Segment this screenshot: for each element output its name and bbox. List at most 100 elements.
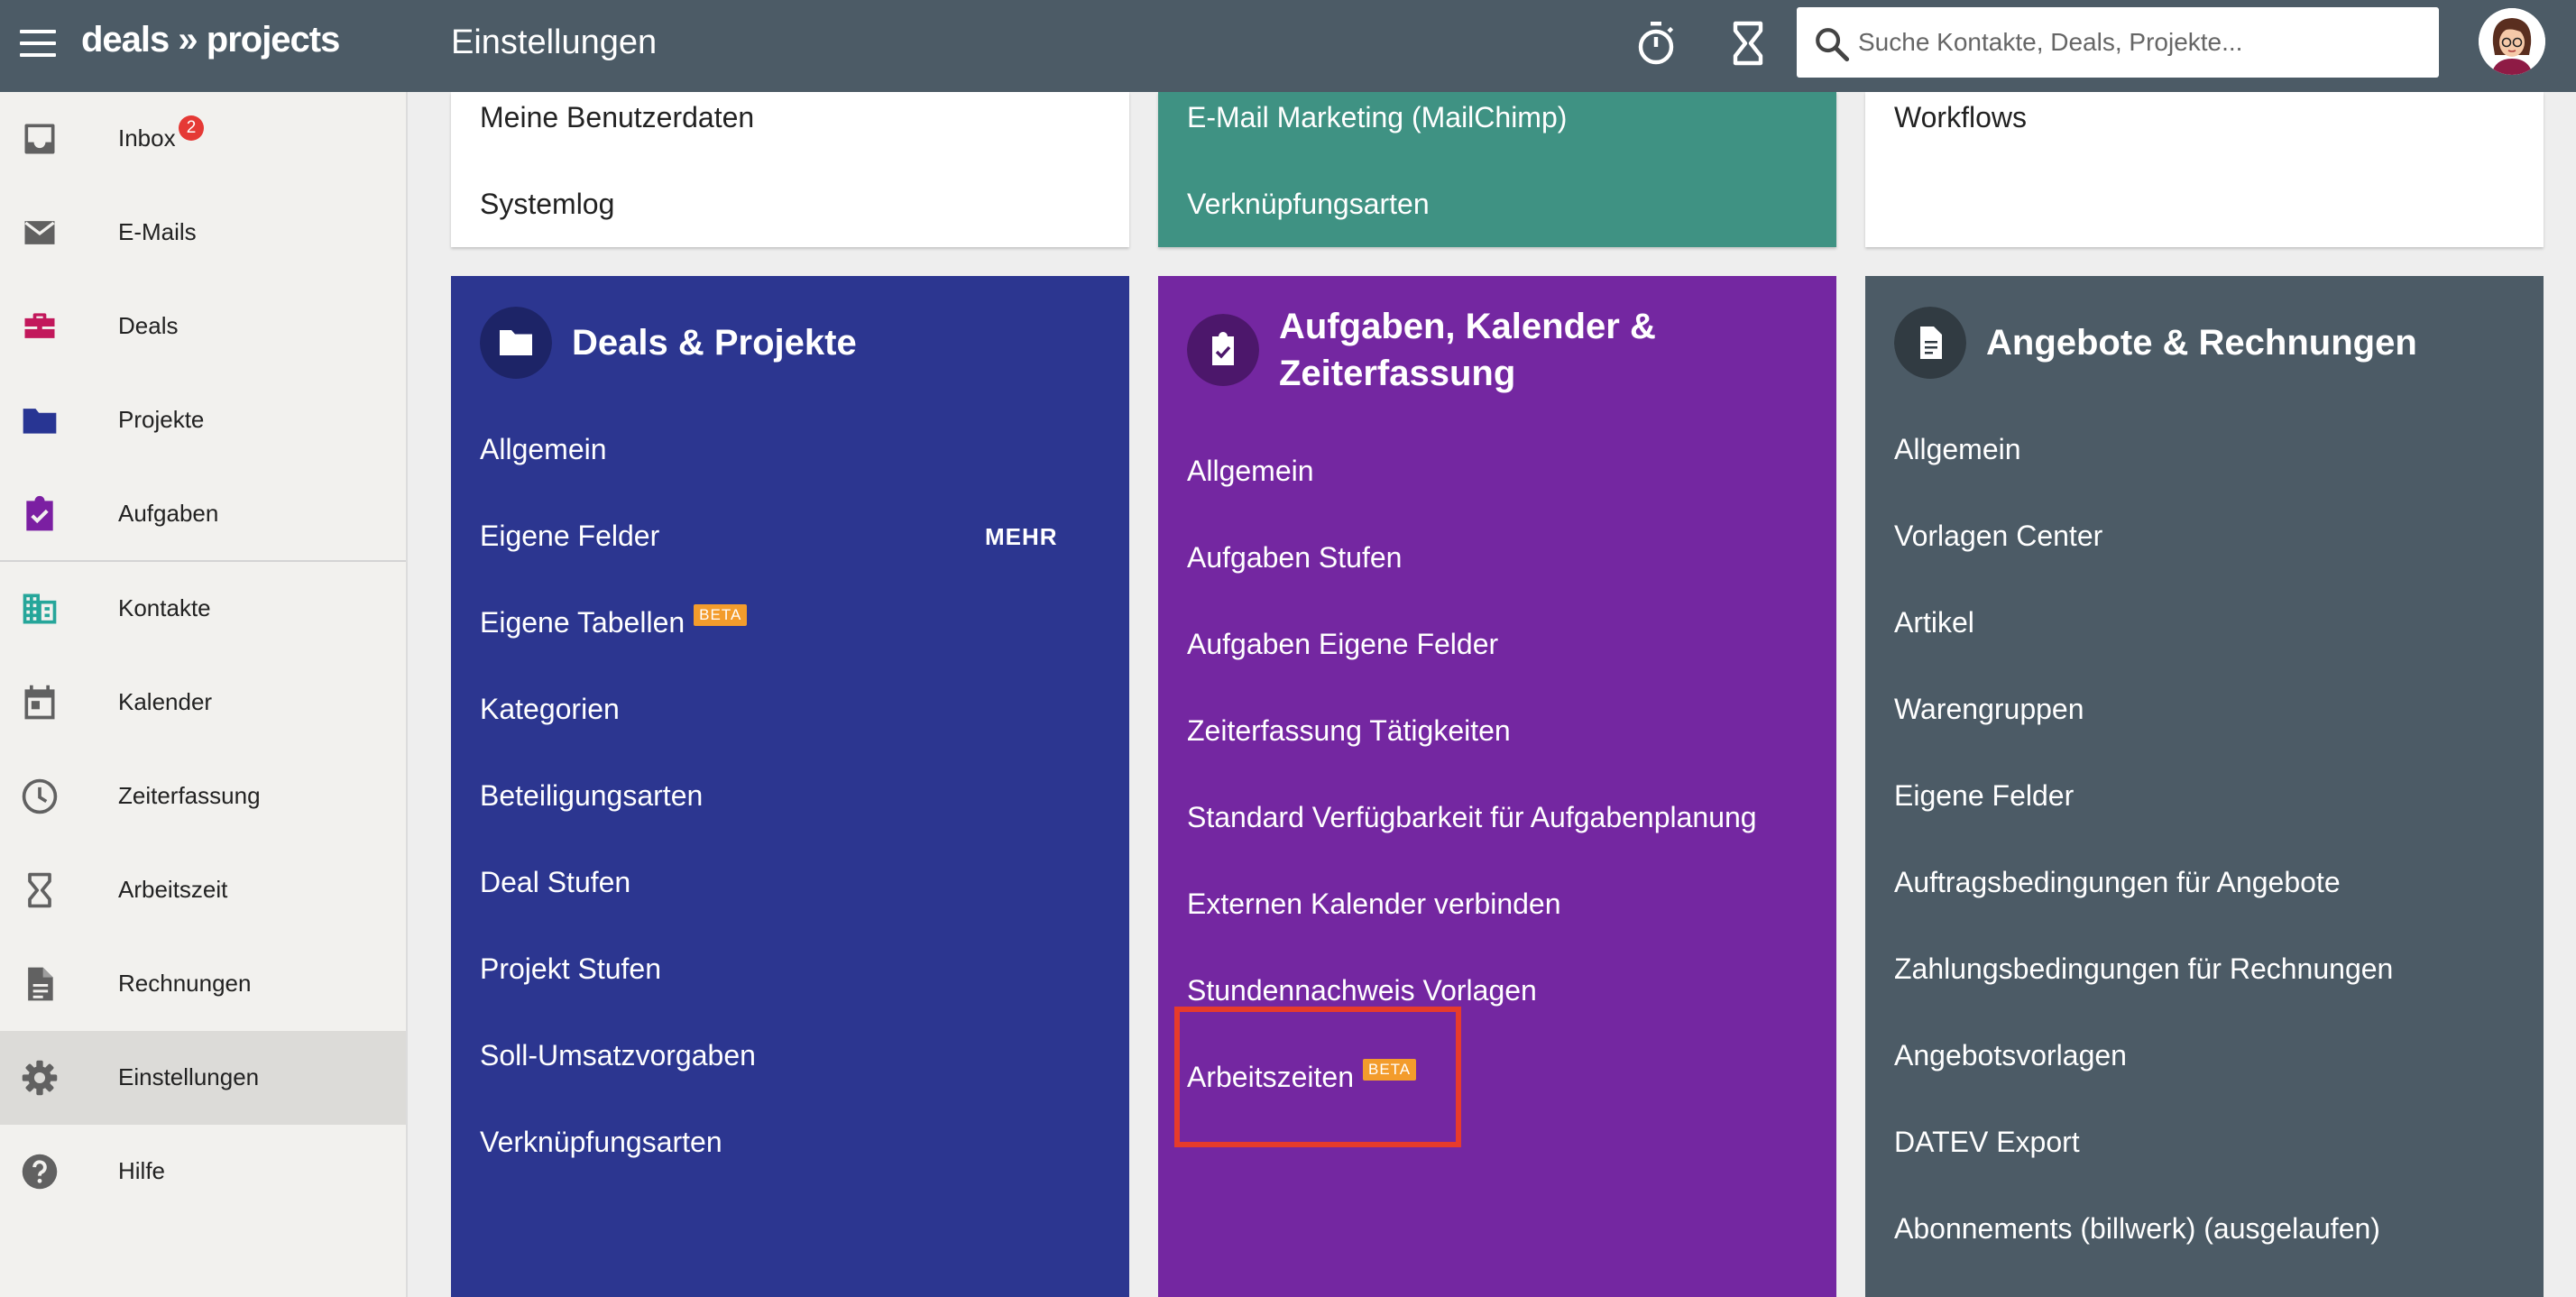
settings-link[interactable]: Abonnements (billwerk) (ausgelaufen) (1894, 1212, 2380, 1246)
integrations-card: E-Mail Marketing (MailChimp) Verknüpfung… (1158, 92, 1836, 247)
tasks-calendar-card: Aufgaben, Kalender & Zeiterfassung Allgem… (1158, 276, 1836, 1297)
settings-link[interactable]: Zeiterfassung Tätigkeiten (1187, 714, 1511, 748)
document-icon (28, 967, 53, 1001)
clock-icon (22, 778, 58, 814)
settings-link[interactable]: Angebotsvorlagen (1894, 1039, 2127, 1072)
beta-badge: BETA (694, 604, 748, 626)
briefcase-icon (24, 313, 55, 338)
settings-link[interactable]: DATEV Export (1894, 1126, 2080, 1159)
settings-link[interactable]: Projekt Stufen (480, 952, 661, 986)
card-title: Angebote & Rechnungen (1986, 323, 2417, 363)
hourglass-icon (28, 872, 51, 908)
user-avatar[interactable] (2479, 8, 2545, 75)
sidebar-item-label: Hilfe (118, 1157, 166, 1184)
settings-link[interactable]: Aufgaben Eigene Felder (1187, 628, 1498, 661)
card-title: Deals & Projekte (572, 323, 857, 363)
sidebar-item-settings[interactable]: Einstellungen (0, 1031, 406, 1125)
sidebar-item-label: Rechnungen (118, 970, 252, 997)
search-icon (1816, 28, 1850, 62)
settings-link[interactable]: Zahlungsbedingungen für Rechnungen (1894, 952, 2393, 986)
settings-link[interactable]: Aufgaben Stufen (1187, 541, 1402, 575)
settings-link[interactable]: Workflows (1894, 101, 2027, 134)
settings-link[interactable]: Stundennachweis Vorlagen (1187, 974, 1537, 1007)
mail-icon (24, 221, 55, 244)
task-check-icon (1187, 314, 1259, 386)
sidebar-item-label: Einstellungen (118, 1063, 260, 1090)
settings-link[interactable]: Auftragsbedingungen für Angebote (1894, 866, 2341, 899)
stopwatch-icon[interactable] (1634, 20, 1678, 67)
card-title-line: Aufgaben, Kalender & (1279, 307, 1656, 346)
settings-link[interactable]: Warengruppen (1894, 693, 2084, 726)
settings-link[interactable]: Deal Stufen (480, 866, 630, 899)
folder-icon (23, 409, 57, 434)
offers-invoices-card: Angebote & Rechnungen Allgemein Vorlagen… (1865, 276, 2544, 1297)
deals-projects-card: Deals & Projekte Allgemein Eigene Felder… (451, 276, 1129, 1297)
sidebar-item-label: Zeiterfassung (118, 782, 261, 809)
settings-link[interactable]: Soll-Umsatzvorgaben (480, 1039, 756, 1072)
settings-link[interactable]: Systemlog (480, 188, 614, 221)
sidebar-item-projects[interactable]: Projekte (0, 373, 406, 467)
sidebar-item-calendar[interactable]: Kalender (0, 656, 406, 750)
settings-link[interactable]: Vorlagen Center (1894, 520, 2102, 553)
settings-link[interactable]: Beteiligungsarten (480, 779, 703, 813)
sidebar-item-tasks[interactable]: Aufgaben (0, 467, 406, 561)
card-header: Deals & Projekte (480, 307, 1111, 379)
search-input[interactable] (1858, 7, 2426, 78)
settings-link[interactable]: E-Mail Marketing (MailChimp) (1187, 101, 1567, 134)
inbox-icon (24, 124, 55, 154)
beta-badge: BETA (1362, 1059, 1417, 1081)
sidebar-item-time-tracking[interactable]: Zeiterfassung (0, 750, 406, 843)
settings-link[interactable]: Eigene Felder (1894, 779, 2074, 813)
settings-link[interactable]: Eigene Felder (480, 520, 659, 553)
settings-link-label: Eigene Tabellen (480, 606, 685, 639)
search-box[interactable] (1797, 7, 2439, 78)
task-check-icon (26, 495, 53, 531)
sidebar-item-deals[interactable]: Deals (0, 280, 406, 373)
settings-link[interactable]: Verknüpfungsarten (480, 1126, 722, 1159)
sidebar-item-emails[interactable]: E-Mails (0, 186, 406, 280)
sidebar-item-label: Kalender (118, 688, 213, 715)
settings-link-working-hours[interactable]: Arbeitszeiten BETA (1187, 1059, 1417, 1094)
sidebar-item-label: Projekte (118, 406, 205, 433)
sidebar-item-working-time[interactable]: Arbeitszeit (0, 843, 406, 937)
user-settings-card: Meine Benutzerdaten Systemlog (451, 92, 1129, 247)
hourglass-icon[interactable] (1730, 20, 1766, 67)
sidebar-item-label: Inbox (118, 124, 176, 152)
help-icon (22, 1154, 58, 1190)
card-title: Aufgaben, Kalender & Zeiterfassung (1279, 303, 1656, 397)
sidebar-item-inbox[interactable]: Inbox 2 (0, 92, 406, 186)
settings-link[interactable]: Artikel (1894, 606, 1974, 639)
more-button[interactable]: MEHR (985, 523, 1058, 551)
settings-link-custom-tables[interactable]: Eigene Tabellen BETA (480, 604, 748, 639)
page-title: Einstellungen (451, 23, 658, 61)
card-header: Aufgaben, Kalender & Zeiterfassung (1187, 307, 1818, 393)
gear-icon (22, 1060, 58, 1096)
hamburger-menu-icon[interactable] (20, 30, 56, 60)
building-icon (23, 593, 57, 624)
sidebar-item-label: E-Mails (118, 218, 197, 245)
card-title-line: Zeiterfassung (1279, 354, 1516, 393)
sidebar-item-label: Aufgaben (118, 500, 219, 527)
folder-icon (480, 307, 552, 379)
sidebar-item-contacts[interactable]: Kontakte (0, 562, 406, 656)
settings-link[interactable]: Meine Benutzerdaten (480, 101, 754, 134)
sidebar-item-label: Deals (118, 312, 179, 339)
sidebar-item-invoices[interactable]: Rechnungen (0, 937, 406, 1031)
settings-link[interactable]: Allgemein (1187, 455, 1314, 488)
settings-link[interactable]: Allgemein (1894, 433, 2021, 466)
app-logo[interactable]: deals » projects (81, 20, 340, 60)
calendar-icon (24, 685, 55, 720)
sidebar-item-label: Kontakte (118, 594, 211, 621)
sidebar-item-help[interactable]: Hilfe (0, 1125, 406, 1219)
top-bar: deals » projects Einstellungen (0, 0, 2576, 92)
settings-link[interactable]: Verknüpfungsarten (1187, 188, 1430, 221)
settings-link[interactable]: Kategorien (480, 693, 620, 726)
settings-link[interactable]: Allgemein (480, 433, 607, 466)
settings-link[interactable]: Externen Kalender verbinden (1187, 888, 1561, 921)
sidebar: Inbox 2 E-Mails Deals Projekte Aufgaben … (0, 92, 408, 1297)
workflows-card: Workflows (1865, 92, 2544, 247)
settings-link[interactable]: Standard Verfügbarkeit für Aufgabenplanu… (1187, 801, 1757, 834)
document-icon (1894, 307, 1966, 379)
settings-link-label: Arbeitszeiten (1187, 1061, 1354, 1093)
sidebar-item-label: Arbeitszeit (118, 876, 228, 903)
